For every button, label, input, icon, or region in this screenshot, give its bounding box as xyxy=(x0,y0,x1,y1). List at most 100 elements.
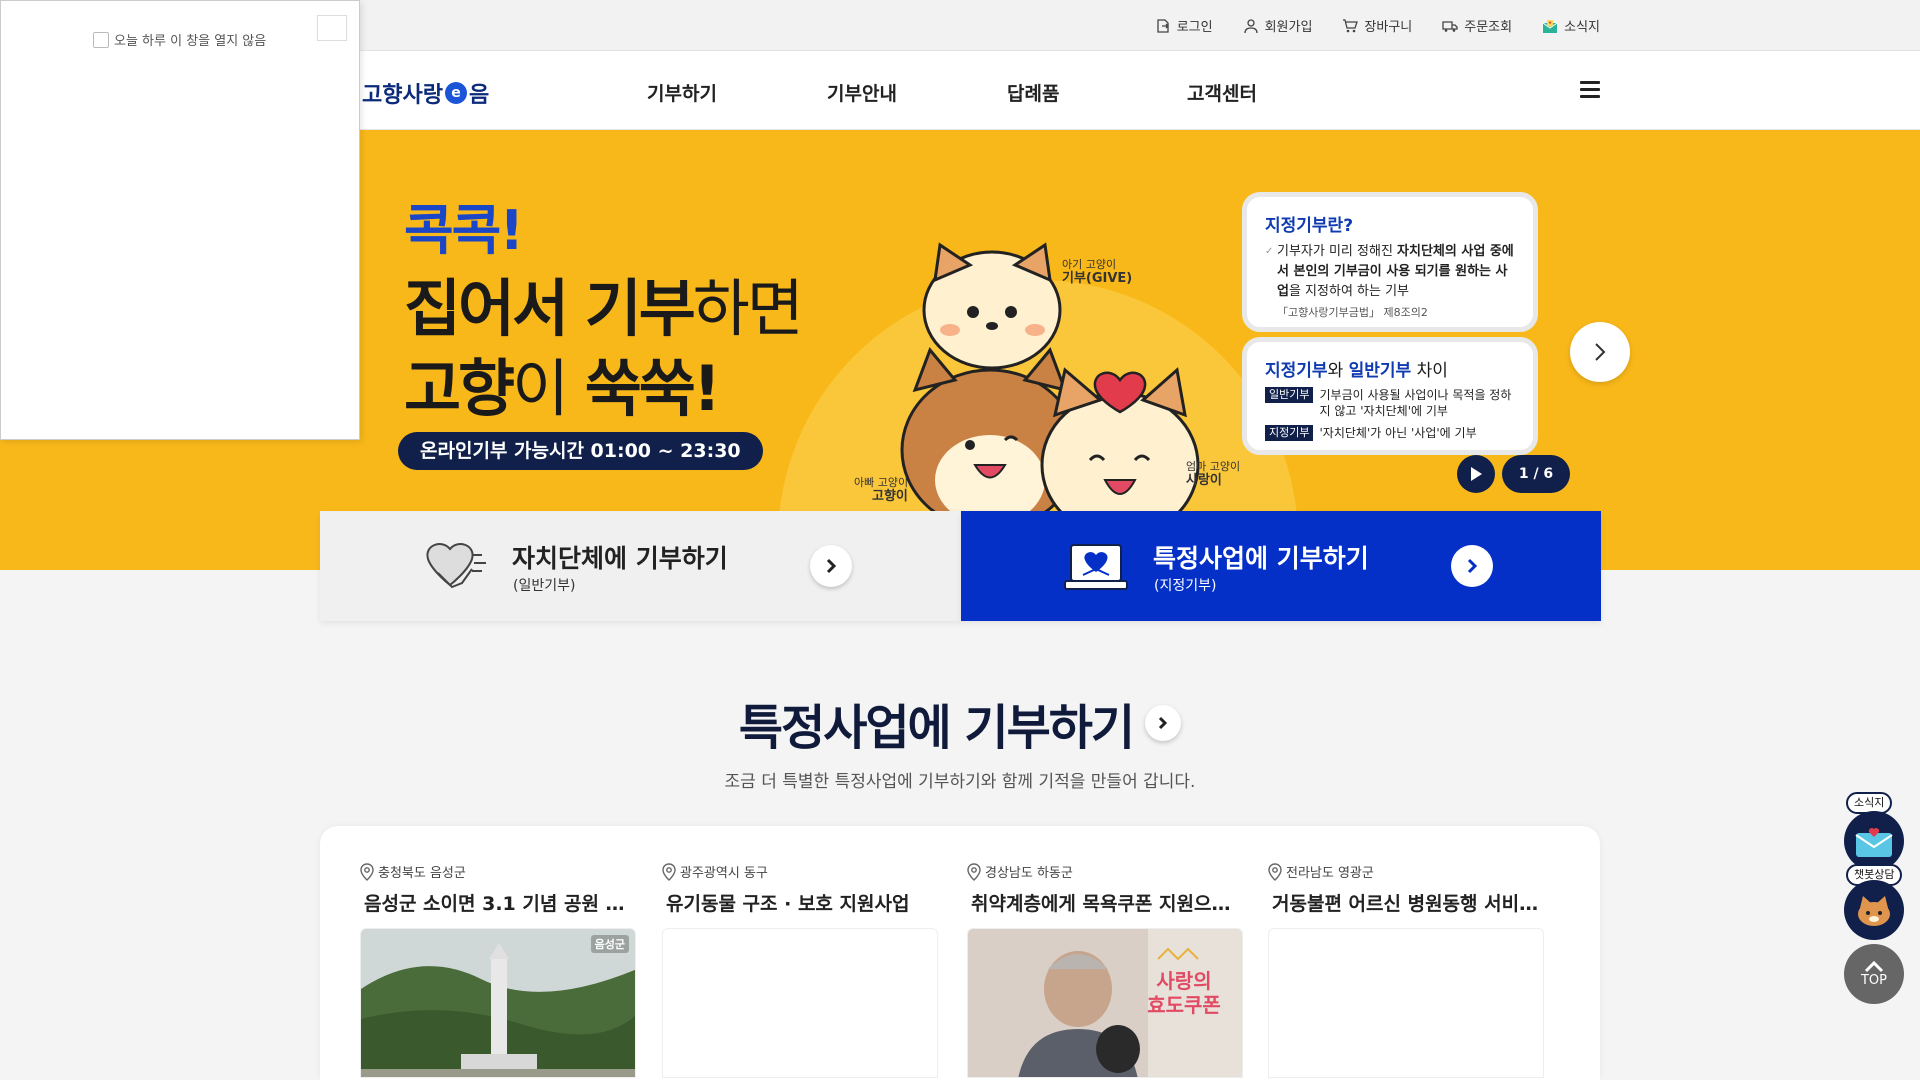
mom-cat-name: 사랑이 xyxy=(1186,473,1222,488)
card2-row-designated: 지정기부 '자치단체'가 아닌 '사업'에 기부 xyxy=(1265,425,1515,441)
general-tag: 일반기부 xyxy=(1265,387,1314,403)
cart-icon xyxy=(1343,18,1359,32)
project-thumb-text: 사랑의 효도쿠폰 xyxy=(1147,969,1221,1017)
map-pin-icon xyxy=(967,862,981,881)
hero-line-2-thin: 이 xyxy=(512,352,569,425)
scroll-top-button[interactable]: TOP xyxy=(1844,944,1904,1004)
project-location: 전라남도 영광군 xyxy=(1268,862,1544,881)
checkbox-box[interactable] xyxy=(93,31,109,48)
general-donation-title: 자치단체에 기부하기 xyxy=(512,544,728,573)
general-donation-button[interactable]: 자치단체에 기부하기 (일반기부) xyxy=(320,511,961,621)
slide-play-button[interactable] xyxy=(1457,455,1495,493)
slide-next-button[interactable] xyxy=(1570,322,1630,382)
map-pin-icon xyxy=(1268,862,1282,881)
mom-cat-label: 엄마 고양이 사랑이 xyxy=(1186,460,1240,488)
chatbot-float-button[interactable] xyxy=(1844,880,1904,940)
nav-support[interactable]: 고객센터 xyxy=(1187,79,1257,106)
project-name: 취약계층에게 목욕쿠폰 지원으로 사랑을 xyxy=(971,893,1243,915)
envelope-icon xyxy=(1542,19,1558,33)
general-donation-sub: (일반기부) xyxy=(513,578,576,594)
laptop-heart-icon xyxy=(1064,544,1128,590)
card2-title: 지정기부와 일반기부 차이 xyxy=(1265,361,1448,381)
dad-cat-sub: 아빠 고양이 xyxy=(854,476,909,489)
notice-popup: 오늘 하루 이 창을 열지 않음 xyxy=(0,0,360,440)
project-location: 충청북도 음성군 xyxy=(360,862,636,881)
baby-cat-sub: 아기 고양이 xyxy=(1062,258,1117,271)
menu-icon[interactable] xyxy=(1580,81,1600,99)
chevron-right-icon xyxy=(1467,558,1478,574)
section-title-text: 특정사업에 기부하기 xyxy=(738,700,1135,756)
project-location: 경상남도 하동군 xyxy=(967,862,1243,881)
hero-kicker: 콕콕! xyxy=(404,199,524,262)
truck-icon xyxy=(1442,20,1458,32)
hero-line-2-bold-2: 쑥쑥! xyxy=(584,352,721,425)
card2-row-general: 일반기부 기부금이 사용될 사업이나 목적을 정하지 않고 '자치단체'에 기부 xyxy=(1265,387,1515,419)
designated-text: '자치단체'가 아닌 '사업'에 기부 xyxy=(1319,426,1477,440)
project-card[interactable]: 경상남도 하동군 취약계층에게 목욕쿠폰 지원으로 사랑을 사랑의 효도쿠폰 xyxy=(967,862,1243,1078)
chevron-up-icon xyxy=(1864,960,1884,972)
section-title: 특정사업에 기부하기 xyxy=(0,688,1920,758)
project-thumbnail: 사랑의 효도쿠폰 xyxy=(967,928,1243,1078)
login-link[interactable]: 로그인 xyxy=(1155,16,1213,35)
map-pin-icon xyxy=(662,862,676,881)
project-location: 광주광역시 동구 xyxy=(662,862,938,881)
donation-hours-badge: 온라인기부 가능시간 01:00 ~ 23:30 xyxy=(398,432,763,470)
section-subtitle: 조금 더 특별한 특정사업에 기부하기와 함께 기적을 만들어 갑니다. xyxy=(724,772,1196,792)
order-label: 주문조회 xyxy=(1464,20,1513,35)
general-text: 기부금이 사용될 사업이나 목적을 정하지 않고 '자치단체'에 기부 xyxy=(1319,388,1512,418)
hero-line-1-bold: 집어서 기부 xyxy=(404,272,696,345)
project-card[interactable]: 광주광역시 동구 유기동물 구조 · 보호 지원사업 xyxy=(662,862,938,1078)
project-card[interactable]: 충청북도 음성군 음성군 소이면 3.1 기념 공원 정비사업 음성군 xyxy=(360,862,636,1078)
project-thumbnail: 음성군 xyxy=(360,928,636,1078)
nav-gifts[interactable]: 답례품 xyxy=(1007,79,1059,106)
project-name: 음성군 소이면 3.1 기념 공원 정비사업 xyxy=(364,893,636,915)
news-float-button[interactable] xyxy=(1844,811,1904,871)
heart-hands-icon xyxy=(426,543,486,589)
specific-donation-button[interactable]: 특정사업에 기부하기 (지정기부) xyxy=(961,511,1601,621)
project-list-panel: 충청북도 음성군 음성군 소이면 3.1 기념 공원 정비사업 음성군 광주광역… xyxy=(320,826,1600,1080)
cart-link[interactable]: 장바구니 xyxy=(1342,16,1412,35)
user-icon xyxy=(1243,18,1258,33)
news-label: 소식지 xyxy=(1564,20,1600,35)
donation-difference-card: 지정기부와 일반기부 차이 일반기부 기부금이 사용될 사업이나 목적을 정하지… xyxy=(1242,337,1538,455)
card1-law: 「고향사랑기부금법」 제8조의2 xyxy=(1277,306,1428,319)
dont-show-today-checkbox[interactable]: 오늘 하루 이 창을 열지 않음 xyxy=(93,30,266,49)
chevron-right-icon xyxy=(1595,343,1606,361)
general-donation-arrow xyxy=(810,545,852,587)
designated-tag: 지정기부 xyxy=(1265,425,1314,441)
dad-cat-name: 고향이 xyxy=(872,489,908,504)
slide-counter: 1 / 6 xyxy=(1502,455,1570,493)
utility-links: 로그인 회원가입 장바구니 주문조회 소식지 xyxy=(1155,0,1600,51)
chevron-right-icon xyxy=(1159,716,1168,730)
login-label: 로그인 xyxy=(1176,20,1213,35)
project-card[interactable]: 전라남도 영광군 거동불편 어르신 병원동행 서비스 지원사업 xyxy=(1268,862,1544,1078)
mom-cat-sub: 엄마 고양이 xyxy=(1186,460,1241,473)
dad-cat-label: 아빠 고양이 고향이 xyxy=(854,476,908,504)
cart-label: 장바구니 xyxy=(1364,20,1413,35)
dont-show-today-label: 오늘 하루 이 창을 열지 않음 xyxy=(114,34,267,49)
hero-line-1: 집어서 기부하면 xyxy=(404,258,804,348)
specific-donation-title: 특정사업에 기부하기 xyxy=(1153,544,1369,573)
project-thumbnail xyxy=(662,928,938,1078)
specific-donation-sub: (지정기부) xyxy=(1154,578,1217,594)
nav-guide[interactable]: 기부안내 xyxy=(827,79,897,106)
project-name: 유기동물 구조 · 보호 지원사업 xyxy=(666,893,910,915)
play-icon xyxy=(1471,467,1482,481)
map-pin-icon xyxy=(360,862,374,881)
cat-face-icon xyxy=(1858,896,1890,926)
news-link[interactable]: 소식지 xyxy=(1542,16,1600,35)
scroll-top-label: TOP xyxy=(1860,972,1887,988)
signup-link[interactable]: 회원가입 xyxy=(1243,16,1312,35)
card1-text: 기부자가 미리 정해진 자치단체의 사업 중에서 본인의 기부금이 사용 되기를… xyxy=(1265,242,1515,302)
envelope-icon xyxy=(1855,828,1893,857)
project-thumbnail xyxy=(1268,928,1544,1078)
section-more-button[interactable] xyxy=(1145,705,1182,741)
card1-title: 지정기부란? xyxy=(1265,216,1354,236)
hero-line-2: 고향이 쑥쑥! xyxy=(404,338,721,428)
nav-donate[interactable]: 기부하기 xyxy=(647,79,717,106)
order-link[interactable]: 주문조회 xyxy=(1442,16,1512,35)
login-icon xyxy=(1157,18,1169,33)
project-name: 거동불편 어르신 병원동행 서비스 지원사업 xyxy=(1272,893,1544,915)
popup-close-button[interactable] xyxy=(317,15,347,41)
project-badge: 음성군 xyxy=(590,935,629,953)
